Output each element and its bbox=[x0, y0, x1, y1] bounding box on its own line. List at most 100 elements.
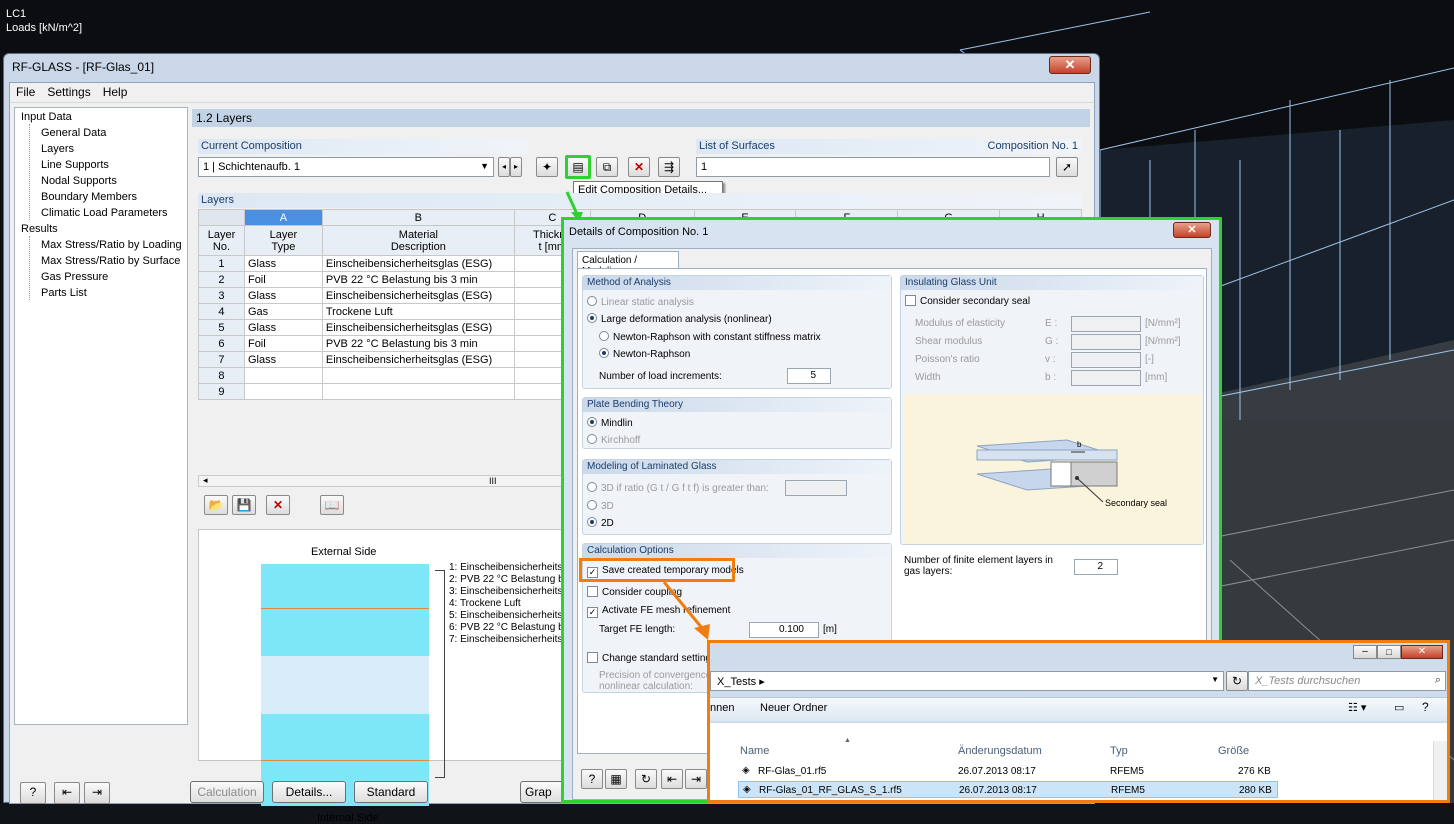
igu-prop-input[interactable] bbox=[1071, 352, 1141, 368]
address-bar[interactable]: X_Tests ▸ ▼ bbox=[710, 671, 1224, 691]
layer-type-cell[interactable]: Glass bbox=[243, 319, 323, 336]
minimize-button[interactable]: – bbox=[1353, 645, 1377, 659]
explorer-vscroll[interactable] bbox=[1433, 741, 1447, 800]
col-name-header[interactable]: Name bbox=[740, 745, 769, 757]
menu-file[interactable]: File bbox=[10, 83, 41, 99]
tree-item-line-supports[interactable]: Line Supports bbox=[41, 159, 109, 171]
tree-item-nodal-supports[interactable]: Nodal Supports bbox=[41, 175, 117, 187]
material-cell[interactable]: Einscheibensicherheitsglas (ESG) bbox=[321, 319, 515, 336]
tree-results[interactable]: Results bbox=[21, 223, 58, 235]
col-b-letter[interactable]: B bbox=[321, 209, 515, 226]
new-composition-icon[interactable]: ✦ bbox=[536, 157, 558, 177]
next-composition-button[interactable]: ▸ bbox=[510, 157, 522, 177]
tree-item-max-stress-loading[interactable]: Max Stress/Ratio by Loading bbox=[41, 239, 182, 251]
menu-settings[interactable]: Settings bbox=[41, 83, 96, 99]
delete-layer-icon[interactable]: ✕ bbox=[266, 495, 290, 515]
linear-option[interactable]: Linear static analysis bbox=[587, 296, 694, 308]
help-icon[interactable]: ? bbox=[1422, 700, 1429, 714]
tree-item-layers[interactable]: Layers bbox=[41, 143, 74, 155]
library-book-icon[interactable]: 📖 bbox=[320, 495, 344, 515]
pick-surface-icon[interactable]: ➚ bbox=[1056, 157, 1078, 177]
save-icon[interactable]: 💾 bbox=[232, 495, 256, 515]
layer-type-cell[interactable] bbox=[243, 367, 323, 384]
material-cell[interactable]: PVB 22 °C Belastung bis 3 min bbox=[321, 271, 515, 288]
search-input[interactable]: X_Tests durchsuchen ⌕ bbox=[1248, 671, 1446, 691]
dialog-reset-icon[interactable]: ↻ bbox=[635, 769, 657, 789]
new-folder-button[interactable]: Neuer Ordner bbox=[760, 702, 827, 714]
surfaces-input[interactable]: 1 bbox=[696, 157, 1050, 177]
preview-pane-icon[interactable]: ▭ bbox=[1394, 701, 1404, 714]
tree-input-data[interactable]: Input Data bbox=[21, 111, 72, 123]
standard-button[interactable]: Standard bbox=[354, 781, 428, 803]
tab-calculation-modeling[interactable]: Calculation / Modeling bbox=[577, 251, 679, 277]
igu-prop-input[interactable] bbox=[1071, 334, 1141, 350]
material-cell[interactable]: Einscheibensicherheitsglas (ESG) bbox=[321, 287, 515, 304]
material-cell[interactable]: Einscheibensicherheitsglas (ESG) bbox=[321, 255, 515, 272]
layer-type-cell[interactable]: Foil bbox=[243, 335, 323, 352]
table-hscrollbar[interactable]: ◂ III bbox=[198, 475, 570, 487]
dialog-help-icon[interactable]: ? bbox=[581, 769, 603, 789]
export-icon[interactable]: ⇥ bbox=[84, 782, 110, 804]
open-folder-icon[interactable]: 📂 bbox=[204, 495, 228, 515]
layer-type-cell[interactable] bbox=[243, 383, 323, 400]
dialog-export-icon[interactable]: ⇥ bbox=[685, 769, 707, 789]
import-composition-icon[interactable]: ⇶ bbox=[658, 157, 680, 177]
col-date-header[interactable]: Änderungsdatum bbox=[958, 745, 1042, 757]
prev-composition-button[interactable]: ◂ bbox=[498, 157, 510, 177]
secondary-seal-checkbox[interactable]: Consider secondary seal bbox=[905, 295, 1030, 307]
explorer-close-button[interactable]: ✕ bbox=[1401, 645, 1443, 659]
address-dropdown-icon[interactable]: ▼ bbox=[1211, 675, 1219, 684]
material-cell[interactable]: Einscheibensicherheitsglas (ESG) bbox=[321, 351, 515, 368]
view-options-icon[interactable]: ☷ ▾ bbox=[1348, 701, 1366, 714]
col-type-header[interactable]: Typ bbox=[1110, 745, 1128, 757]
mindlin-option[interactable]: Mindlin bbox=[587, 417, 633, 429]
tree-item-max-stress-surface[interactable]: Max Stress/Ratio by Surface bbox=[41, 255, 180, 267]
dialog-close-button[interactable]: ✕ bbox=[1173, 222, 1211, 238]
layer-type-cell[interactable]: Foil bbox=[243, 271, 323, 288]
edit-composition-details-button[interactable]: ▤ bbox=[565, 155, 591, 179]
lam-ratio-input[interactable] bbox=[785, 480, 847, 496]
load-increments-input[interactable]: 5 bbox=[787, 368, 831, 384]
delete-composition-icon[interactable]: ✕ bbox=[628, 157, 650, 177]
tree-item-climatic-load[interactable]: Climatic Load Parameters bbox=[41, 207, 168, 219]
tree-item-gas-pressure[interactable]: Gas Pressure bbox=[41, 271, 108, 283]
organize-button[interactable]: nnen bbox=[710, 702, 734, 714]
change-standard-checkbox[interactable]: Change standard settings bbox=[587, 652, 716, 664]
igu-prop-input[interactable] bbox=[1071, 370, 1141, 386]
layer-type-cell[interactable]: Gas bbox=[243, 303, 323, 320]
material-cell[interactable]: PVB 22 °C Belastung bis 3 min bbox=[321, 335, 515, 352]
igu-prop-input[interactable] bbox=[1071, 316, 1141, 332]
tree-item-boundary-members[interactable]: Boundary Members bbox=[41, 191, 137, 203]
material-cell[interactable] bbox=[321, 367, 515, 384]
composition-select[interactable]: 1 | Schichtenaufb. 1 ▼ bbox=[198, 157, 494, 177]
kirchhoff-option[interactable]: Kirchhoff bbox=[587, 434, 640, 446]
tree-item-parts-list[interactable]: Parts List bbox=[41, 287, 87, 299]
layer-type-cell[interactable]: Glass bbox=[243, 255, 323, 272]
file-row[interactable]: ◈ RF-Glas_01.rf5 26.07.2013 08:17 RFEM5 276 … bbox=[738, 763, 1278, 780]
lam-2d-option[interactable]: 2D bbox=[587, 517, 614, 529]
import-icon[interactable]: ⇤ bbox=[54, 782, 80, 804]
large-deformation-option[interactable]: Large deformation analysis (nonlinear) bbox=[587, 313, 772, 325]
details-button[interactable]: Details... bbox=[272, 781, 346, 803]
calculation-button[interactable]: Calculation bbox=[190, 781, 264, 803]
lam-3d-if-option[interactable]: 3D if ratio (G t / G f t f) is greater t… bbox=[587, 482, 769, 494]
layer-type-cell[interactable]: Glass bbox=[243, 287, 323, 304]
file-row[interactable]: ◈ RF-Glas_01_RF_GLAS_S_1.rf5 26.07.2013 08… bbox=[738, 781, 1278, 798]
target-fe-input[interactable]: 0.100 bbox=[749, 622, 819, 638]
nr-option[interactable]: Newton-Raphson bbox=[599, 348, 690, 360]
col-size-header[interactable]: Größe bbox=[1218, 745, 1249, 757]
menu-help[interactable]: Help bbox=[97, 83, 134, 99]
graphics-button[interactable]: Grap bbox=[520, 781, 564, 803]
material-cell[interactable] bbox=[321, 383, 515, 400]
tree-item-general-data[interactable]: General Data bbox=[41, 127, 106, 139]
lam-3d-option[interactable]: 3D bbox=[587, 500, 614, 512]
window-close-button[interactable]: ✕ bbox=[1049, 56, 1091, 74]
scroll-left-icon[interactable]: ◂ bbox=[203, 475, 208, 486]
nr-constant-option[interactable]: Newton-Raphson with constant stiffness m… bbox=[599, 331, 821, 343]
dialog-import-icon[interactable]: ⇤ bbox=[661, 769, 683, 789]
refresh-icon[interactable]: ↻ bbox=[1226, 671, 1248, 691]
material-cell[interactable]: Trockene Luft bbox=[321, 303, 515, 320]
fe-layers-input[interactable]: 2 bbox=[1074, 559, 1118, 575]
dialog-units-icon[interactable]: ▦ bbox=[605, 769, 627, 789]
col-a-letter[interactable]: A bbox=[243, 209, 323, 226]
